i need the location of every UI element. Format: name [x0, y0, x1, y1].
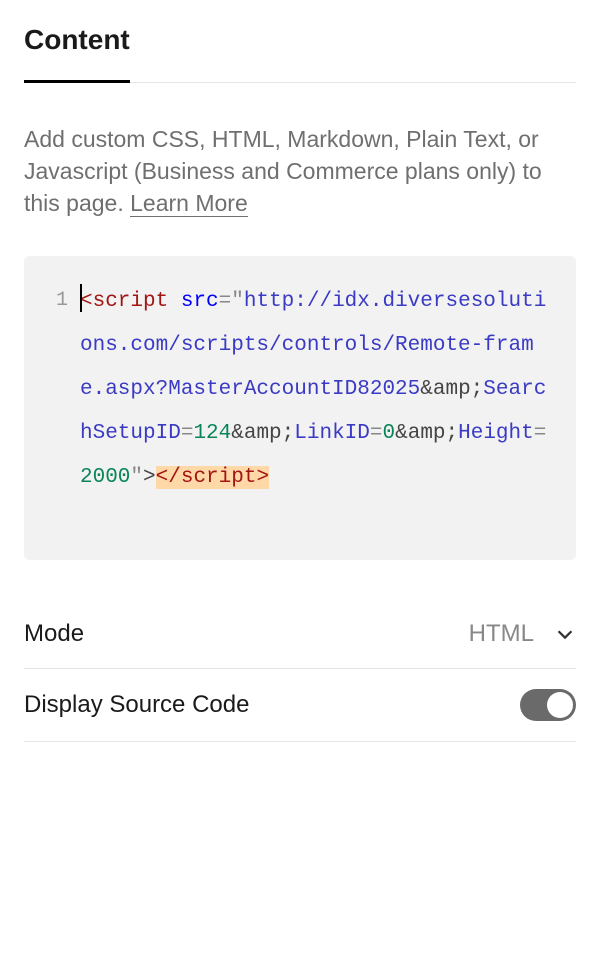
mode-row: Mode HTML — [24, 600, 576, 669]
token-amp2: &amp; — [231, 422, 294, 445]
token-url3: LinkID — [294, 422, 370, 445]
chevron-down-icon — [554, 623, 576, 645]
token-amp3: &amp; — [395, 422, 458, 445]
token-url4: Height — [458, 422, 534, 445]
token-close-angle: > — [143, 466, 156, 489]
panel-description: Add custom CSS, HTML, Markdown, Plain Te… — [24, 123, 576, 220]
token-eq3: = — [370, 422, 383, 445]
token-num2: 0 — [383, 422, 396, 445]
mode-value: HTML — [469, 620, 534, 648]
token-quote-open: " — [231, 290, 244, 313]
token-open-tag: <script — [80, 290, 168, 313]
line-number: 1 — [48, 280, 80, 500]
token-eq4: = — [534, 422, 547, 445]
display-source-label: Display Source Code — [24, 691, 249, 719]
token-num1: 124 — [193, 422, 231, 445]
display-source-row: Display Source Code — [24, 669, 576, 742]
code-content[interactable]: <script src="http://idx.diversesolutions… — [80, 280, 552, 500]
description-text: Add custom CSS, HTML, Markdown, Plain Te… — [24, 126, 542, 216]
text-cursor — [80, 284, 82, 312]
token-close-tag: </script> — [156, 466, 269, 489]
token-quote-close: " — [130, 466, 143, 489]
tabs-bar: Content — [24, 24, 576, 83]
learn-more-link[interactable]: Learn More — [130, 190, 248, 217]
token-amp1: &amp; — [420, 378, 483, 401]
code-editor[interactable]: 1 <script src="http://idx.diversesolutio… — [24, 256, 576, 560]
token-num3: 2000 — [80, 466, 130, 489]
token-eq2: = — [181, 422, 194, 445]
token-attr-src: src — [181, 290, 219, 313]
mode-select[interactable]: HTML — [469, 620, 576, 648]
display-source-toggle[interactable] — [520, 689, 576, 721]
toggle-knob — [547, 692, 573, 718]
tab-content[interactable]: Content — [24, 24, 130, 83]
mode-label: Mode — [24, 620, 84, 648]
token-eq: = — [219, 290, 232, 313]
